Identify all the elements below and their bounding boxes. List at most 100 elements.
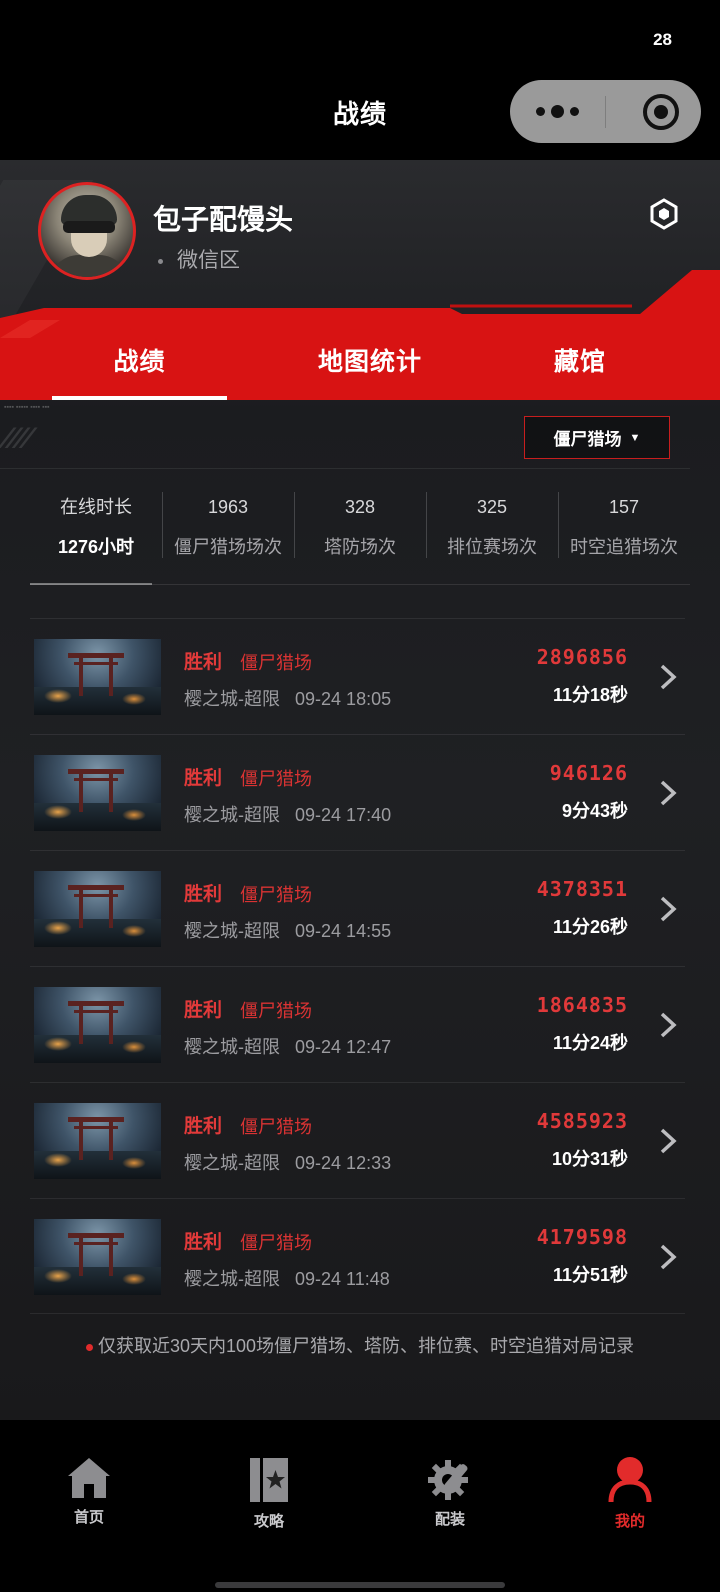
match-map: 樱之城-超限 [184, 1269, 280, 1289]
bullet-dot [85, 1343, 93, 1351]
chevron-right-icon [660, 1128, 677, 1154]
map-thumbnail [34, 755, 161, 831]
match-row[interactable]: 胜利 僵尸猎场 樱之城-超限 09-24 11:48 4179598 11分51… [30, 1198, 685, 1314]
match-row[interactable]: 胜利 僵尸猎场 樱之城-超限 09-24 18:05 2896856 11分18… [30, 618, 685, 734]
nav-bar: 战绩 [0, 80, 720, 160]
match-row[interactable]: 胜利 僵尸猎场 樱之城-超限 09-24 12:33 4585923 10分31… [30, 1082, 685, 1198]
match-list: 胜利 僵尸猎场 樱之城-超限 09-24 18:05 2896856 11分18… [30, 618, 685, 1314]
stat-tower-defense: 328 塔防场次 [294, 490, 426, 578]
bottom-tab-bar: 首页 攻略 配装 我的 [0, 1420, 720, 1592]
match-mode: 僵尸猎场 [240, 769, 312, 789]
match-duration: 11分51秒 [552, 1265, 628, 1285]
match-score: 4179598 [536, 1225, 628, 1249]
chevron-right-icon [660, 780, 677, 806]
stats-row: 在线时长 1276小时 1963 僵尸猎场场次 328 塔防场次 325 排位赛… [30, 490, 690, 578]
match-row[interactable]: 胜利 僵尸猎场 樱之城-超限 09-24 12:47 1864835 11分24… [30, 966, 685, 1082]
match-result: 胜利 [184, 1116, 223, 1137]
tabbar-label: 配装 [434, 1511, 465, 1528]
tab-zhanji[interactable]: 战绩 [52, 342, 227, 378]
tabbar-loadout[interactable]: 配装 [400, 1456, 500, 1529]
main-content: 包子配馒头 微信区 战绩 地图统计 藏馆 ▪▪▪▪ ▪▪▪▪▪ ▪▪▪▪ ▪▪▪… [0, 160, 720, 1420]
tabbar-label: 首页 [73, 1509, 104, 1526]
match-result: 胜利 [184, 1232, 223, 1253]
footnote-text: 仅获取近30天内100场僵尸猎场、塔防、排位赛、时空追猎对局记录 [97, 1336, 635, 1356]
footnote: 仅获取近30天内100场僵尸猎场、塔防、排位赛、时空追猎对局记录 [0, 1332, 720, 1358]
map-thumbnail [34, 1219, 161, 1295]
match-row[interactable]: 胜利 僵尸猎场 樱之城-超限 09-24 17:40 946126 9分43秒 [30, 734, 685, 850]
match-map: 樱之城-超限 [184, 1037, 280, 1057]
match-time: 09-24 18:05 [295, 689, 392, 709]
match-map: 樱之城-超限 [184, 689, 280, 709]
tab-band [0, 270, 720, 400]
map-thumbnail [34, 871, 161, 947]
tab-map-stats[interactable]: 地图统计 [280, 342, 460, 378]
match-mode: 僵尸猎场 [240, 653, 312, 673]
match-mode: 僵尸猎场 [240, 1233, 312, 1253]
tabbar-mine[interactable]: 我的 [580, 1456, 680, 1531]
stat-label: 在线时长 [60, 497, 132, 517]
stat-value: 325 [476, 497, 508, 517]
match-duration: 9分43秒 [561, 801, 628, 821]
stat-value: 328 [344, 497, 376, 517]
guide-book-icon [250, 1458, 288, 1502]
match-score: 1864835 [536, 993, 628, 1017]
stat-zombie-hunt: 1963 僵尸猎场场次 [162, 490, 294, 578]
match-row[interactable]: 胜利 僵尸猎场 樱之城-超限 09-24 14:55 4378351 11分26… [30, 850, 685, 966]
more-dots-icon[interactable] [510, 80, 605, 143]
user-icon [608, 1457, 652, 1503]
target-close-icon[interactable] [643, 94, 679, 130]
stat-value: 157 [608, 497, 640, 517]
match-map-time: 樱之城-超限 09-24 14:55 [184, 917, 391, 943]
match-map: 樱之城-超限 [184, 921, 280, 941]
status-time: 28 [653, 30, 672, 49]
hexagon-settings-icon[interactable] [648, 198, 680, 230]
nickname: 包子配馒头 [153, 204, 294, 235]
stat-time-hunt: 157 时空追猎场次 [558, 490, 690, 578]
match-result: 胜利 [184, 884, 223, 905]
gear-wrench-icon [428, 1460, 468, 1500]
mode-dropdown[interactable]: 僵尸猎场 ▼ [524, 416, 670, 459]
stat-label: 僵尸猎场场次 [174, 537, 282, 557]
map-thumbnail [34, 639, 161, 715]
match-result: 胜利 [184, 1000, 223, 1021]
match-duration: 11分26秒 [552, 917, 628, 937]
match-score: 946126 [549, 761, 628, 785]
server-name: 微信区 [177, 249, 240, 272]
stat-label: 排位赛场次 [447, 537, 537, 557]
chevron-right-icon [660, 896, 677, 922]
decor-code-text: ▪▪▪▪ ▪▪▪▪▪ ▪▪▪▪ ▪▪▪ [4, 404, 50, 411]
match-duration: 11分18秒 [552, 685, 628, 705]
decor-glyphs: ⁄⁄⁄⁄ [4, 422, 33, 455]
match-result: 胜利 [184, 652, 223, 673]
capsule-divider [605, 96, 606, 128]
map-thumbnail [34, 987, 161, 1063]
home-icon [68, 1458, 110, 1498]
tabbar-home[interactable]: 首页 [39, 1456, 139, 1527]
stat-value: 1276小时 [57, 537, 135, 557]
stat-label: 时空追猎场次 [570, 537, 678, 557]
match-map: 樱之城-超限 [184, 1153, 280, 1173]
match-time: 09-24 17:40 [295, 805, 392, 825]
avatar[interactable] [38, 182, 136, 280]
bullet-dot [158, 258, 163, 264]
match-time: 09-24 14:55 [295, 921, 392, 941]
stat-value: 1963 [207, 497, 249, 517]
match-time: 09-24 12:33 [295, 1153, 392, 1173]
tabbar-label: 我的 [614, 1513, 645, 1530]
chevron-right-icon [660, 1012, 677, 1038]
status-bar: 28 [0, 0, 720, 80]
match-map-time: 樱之城-超限 09-24 12:33 [184, 1149, 391, 1175]
chevron-right-icon [660, 664, 677, 690]
stat-label: 塔防场次 [324, 537, 396, 557]
match-duration: 11分24秒 [552, 1033, 628, 1053]
match-mode: 僵尸猎场 [240, 885, 312, 905]
match-map-time: 樱之城-超限 09-24 18:05 [184, 685, 391, 711]
stat-ranked: 325 排位赛场次 [426, 490, 558, 578]
tab-vault[interactable]: 藏馆 [520, 342, 640, 378]
mode-dropdown-value: 僵尸猎场 [553, 430, 622, 449]
tabbar-guide[interactable]: 攻略 [219, 1456, 319, 1531]
tabbar-label: 攻略 [253, 1513, 284, 1530]
mini-program-capsule [510, 80, 701, 143]
match-time: 09-24 11:48 [295, 1269, 390, 1289]
match-mode: 僵尸猎场 [240, 1001, 312, 1021]
